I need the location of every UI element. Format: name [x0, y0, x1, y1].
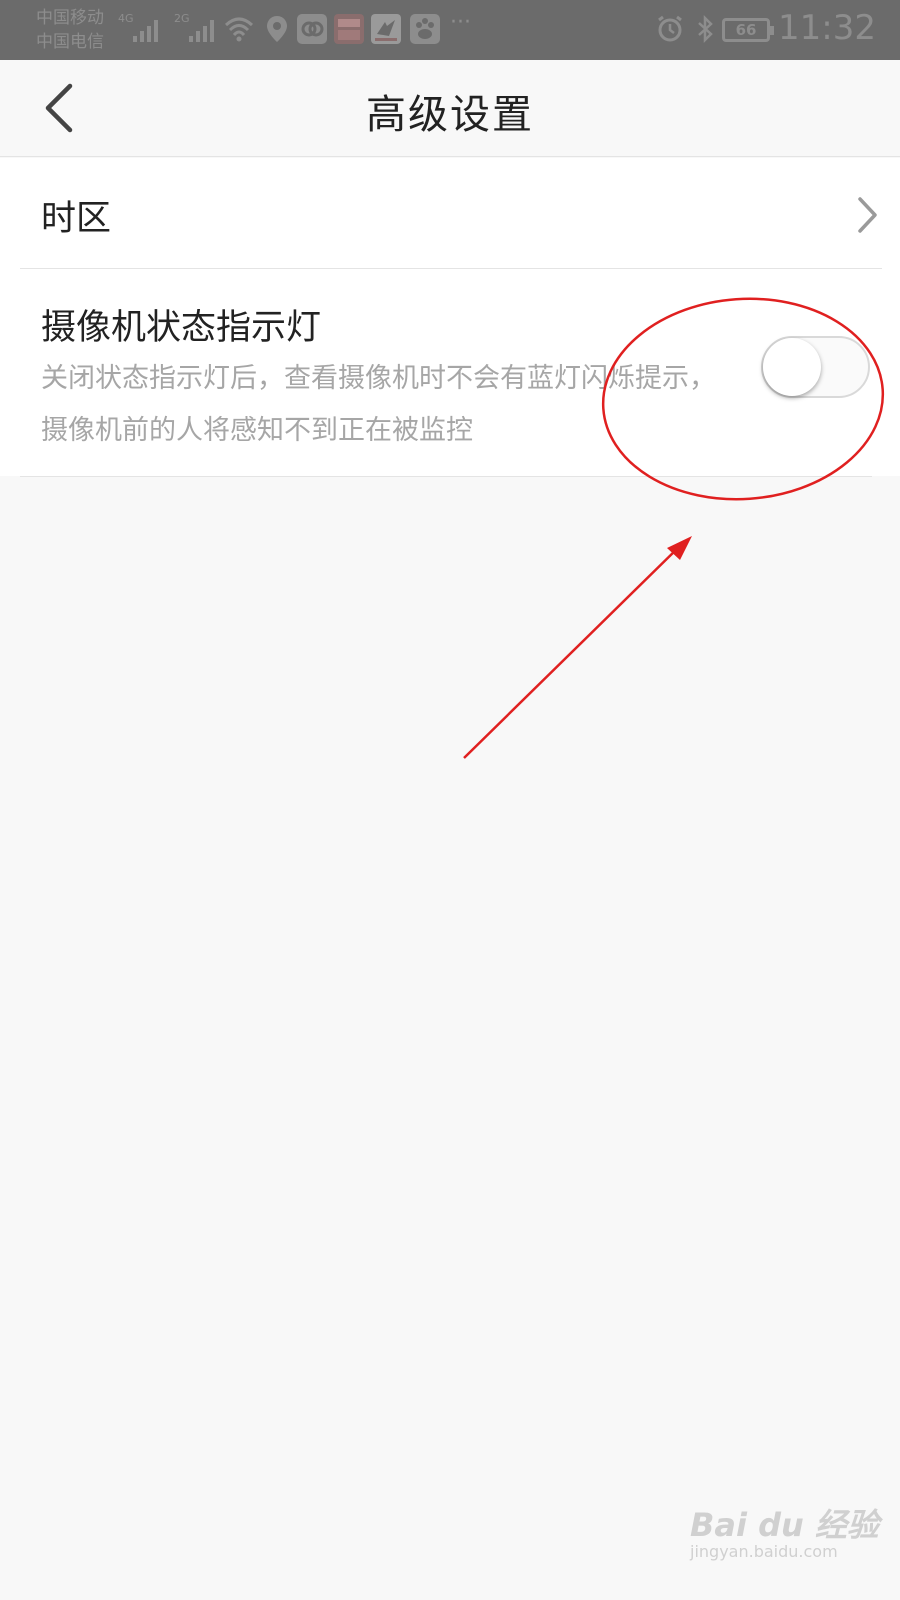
location-icon: [267, 16, 287, 42]
video-app-icon: [371, 14, 401, 44]
chevron-right-icon: [858, 197, 877, 233]
network-type-1: 4G: [118, 12, 134, 25]
annotation-arrow-line: [463, 543, 683, 759]
divider: [20, 476, 872, 477]
baidu-watermark: Bai du 经验 jingyan.baidu.com: [690, 1500, 879, 1561]
page-title: 高级设置: [366, 92, 534, 138]
timezone-label: 时区: [41, 199, 112, 239]
status-bar: 中国移动 中国电信 4G 2G ··· 66 11:32: [0, 0, 900, 60]
nav-bar: 高级设置: [0, 60, 900, 157]
settings-list: 时区 摄像机状态指示灯 关闭状态指示灯后，查看摄像机时不会有蓝灯闪烁提示，摄像机…: [0, 158, 900, 477]
wifi-icon: [224, 17, 254, 42]
status-light-title: 摄像机状态指示灯: [41, 308, 322, 348]
alarm-icon: [658, 15, 682, 42]
signal-icon-1: [133, 18, 158, 42]
clock: 11:32: [778, 8, 876, 48]
annotation-arrow-head: [667, 536, 692, 560]
baidu-app-icon: [410, 14, 440, 44]
status-light-toggle[interactable]: [761, 336, 870, 398]
more-notifications-icon: ···: [450, 10, 471, 35]
carrier-labels: 中国移动 中国电信: [36, 6, 104, 54]
timezone-setting-row[interactable]: 时区: [0, 158, 900, 268]
network-type-2: 2G: [174, 12, 190, 25]
bluetooth-icon: [698, 14, 713, 44]
status-light-description: 关闭状态指示灯后，查看摄像机时不会有蓝灯闪烁提示，摄像机前的人将感知不到正在被监…: [41, 363, 716, 446]
carrier-1: 中国移动: [36, 8, 104, 28]
carrier-2: 中国电信: [36, 32, 104, 52]
signal-icon-2: [189, 18, 214, 42]
battery-icon: 66: [722, 18, 774, 42]
watermark-logo: Bai du 经验: [690, 1506, 879, 1544]
news-app-icon: [334, 14, 364, 44]
link-app-icon: [297, 14, 327, 44]
toggle-knob: [763, 338, 821, 396]
watermark-site: jingyan.baidu.com: [690, 1542, 838, 1561]
